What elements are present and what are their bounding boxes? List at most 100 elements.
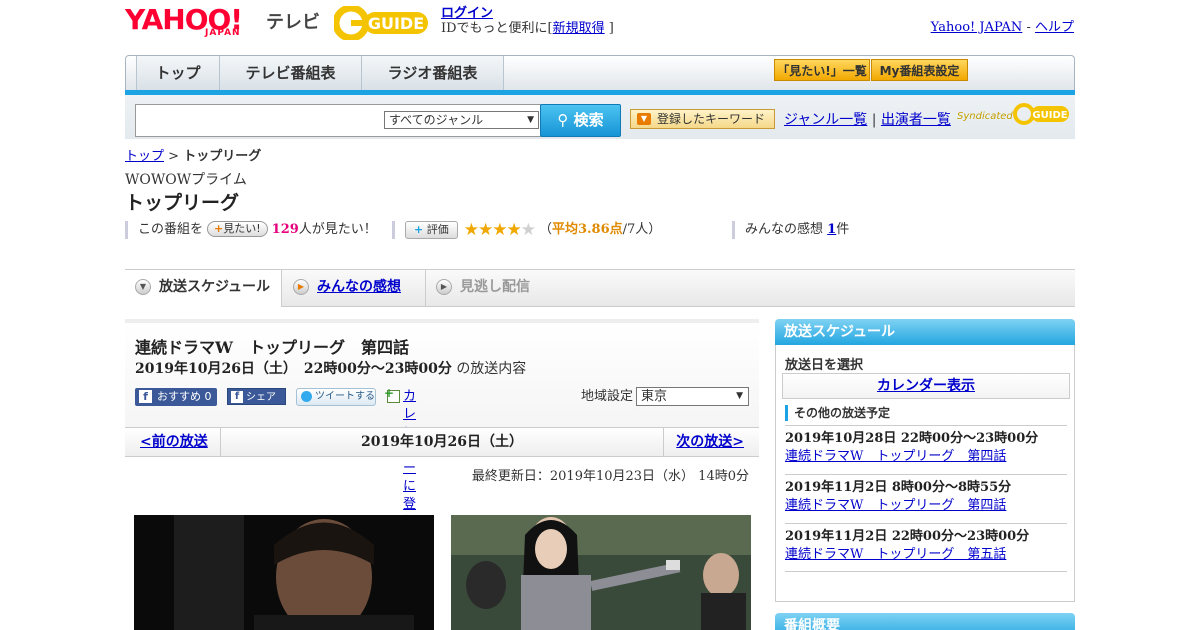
region-select-value: 東京 (641, 389, 668, 404)
plus-icon: + (214, 222, 224, 235)
list-item: 2019年11月2日 22時00分～23時00分 連続ドラマW トップリーグ 第… (785, 523, 1067, 572)
man-portrait-image (134, 515, 434, 630)
episode-date: 2019年10月26日（土） 22時00分～23時00分 の放送内容 (135, 358, 526, 378)
header-links: Yahoo! JAPAN - ヘルプ (931, 16, 1074, 35)
review-count-link[interactable]: 1 (827, 222, 836, 237)
schedule-time: 2019年10月28日 22時00分～23時00分 (785, 431, 1039, 446)
other-broadcasts-label: その他の放送予定 (785, 405, 890, 421)
episode-title: 連続ドラマW トップリーグ 第四話 (135, 338, 409, 357)
add-calendar-link[interactable]: カレンダーに登録 (384, 384, 417, 532)
sidebar-title: 放送スケジュール (775, 319, 1075, 345)
schedule-time: 2019年11月2日 22時00分～23時00分 (785, 529, 1030, 544)
nav-tab-radio-guide[interactable]: ラジオ番組表 (362, 56, 504, 91)
mitai-button[interactable]: +見たい! (207, 221, 268, 237)
select-arrow-icon: ▼ (736, 391, 743, 401)
evaluate-button-label: 評価 (426, 223, 449, 236)
main-nav: トップ テレビ番組表 ラジオ番組表 「見たい!」一覧 My番組表設定 (125, 55, 1075, 91)
pager-date: 2019年10月26日（土） (220, 428, 664, 456)
episode-photo-1 (134, 515, 434, 630)
login-sub-text: IDでもっと便利に[ (441, 21, 553, 36)
facebook-share-button[interactable]: f シェア (227, 388, 286, 405)
my-bangumi-button[interactable]: My番組表設定 (871, 59, 968, 81)
tweet-label: ツイートする (315, 391, 375, 402)
tab-reviews[interactable]: ▶ みんなの感想 (293, 270, 401, 306)
chevron-down-icon: ▼ (135, 279, 151, 295)
gguide-small-logo-icon: GUIDE (1013, 103, 1069, 125)
schedule-link[interactable]: 連続ドラマW トップリーグ 第四話 (785, 498, 1006, 513)
registered-keyword-button[interactable]: ▼ 登録したキーワード (630, 109, 775, 129)
mitai-prefix: この番組を (138, 222, 204, 237)
play-icon: ▶ (293, 279, 309, 295)
svg-text:GUIDE: GUIDE (1032, 110, 1067, 121)
review-prefix: みんなの感想 (745, 222, 824, 237)
genre-select-value: すべてのジャンル (389, 113, 484, 127)
tv-logo-text[interactable]: テレビ (266, 8, 320, 34)
list-item: 2019年11月2日 8時00分～8時55分 連続ドラマW トップリーグ 第四話 (785, 474, 1067, 523)
performer-list-link[interactable]: 出演者一覧 (881, 112, 951, 128)
next-broadcast-link[interactable]: 次の放送> (676, 428, 744, 456)
facebook-recommend-button[interactable]: f おすすめ 0 (135, 388, 217, 406)
episode-photo-2 (451, 515, 751, 630)
header-dash: - (1026, 20, 1031, 35)
mitai-list-button[interactable]: 「見たい!」一覧 (774, 59, 870, 81)
link-separator: | (871, 112, 877, 128)
registered-keyword-label: 登録したキーワード (657, 112, 766, 126)
register-link[interactable]: 新規取得 (553, 21, 605, 36)
plus-icon: + (414, 223, 424, 236)
last-updated: 最終更新日：2019年10月23日（水） 14時0分 (471, 469, 749, 484)
woman-crowd-image (451, 515, 751, 630)
star-icon: ★ (463, 220, 479, 240)
schedule-time: 2019年11月2日 8時00分～8時55分 (785, 480, 1012, 495)
prev-broadcast-link[interactable]: <前の放送 (140, 428, 208, 456)
star-icon: ★ (477, 220, 493, 240)
tweet-button[interactable]: ツイートする (296, 388, 376, 406)
mitai-stat: この番組を +見たい! 129人が見たい！ (125, 221, 377, 239)
breadcrumb-current: トップリーグ (183, 149, 262, 164)
tab-schedule[interactable]: ▼ 放送スケジュール (125, 270, 282, 307)
review-stat: みんなの感想 1件 (732, 221, 849, 239)
play-icon: ▶ (436, 279, 452, 295)
breadcrumb-home-link[interactable]: トップ (125, 149, 164, 164)
gguide-logo-icon[interactable]: GUIDE (334, 6, 432, 40)
channel-name: WOWOWプライム (125, 172, 247, 188)
evaluate-button[interactable]: + 評価 (405, 221, 458, 239)
sidebar-overview-title: 番組概要 (775, 613, 1075, 630)
schedule-link[interactable]: 連続ドラマW トップリーグ 第五話 (785, 547, 1006, 562)
login-link[interactable]: ログイン (441, 6, 493, 21)
genre-select[interactable]: すべてのジャンル ▼ (384, 111, 539, 129)
rating-people: /7人） (622, 222, 662, 237)
episode-date-value: 2019年10月26日（土） 22時00分～23時00分 (135, 361, 452, 377)
tab-catchup-label: 見逃し配信 (460, 279, 530, 295)
yahoo-japan-logo-text: JAPAN (205, 28, 241, 38)
search-links: ジャンル一覧 | 出演者一覧 (784, 109, 951, 129)
star-icon: ★ (492, 220, 507, 240)
nav-tab-top[interactable]: トップ (136, 56, 220, 91)
region-label: 地域設定 (581, 389, 634, 404)
average-score: 平均3.86点 (551, 222, 623, 237)
content-tabs: ▼ 放送スケジュール ▶ みんなの感想 ▶ 見逃し配信 (125, 269, 1075, 307)
nav-tab-tv-guide[interactable]: テレビ番組表 (220, 56, 362, 91)
region-select[interactable]: 東京 ▼ (636, 387, 749, 406)
breadcrumb-separator: > (168, 149, 180, 164)
schedule-link[interactable]: 連続ドラマW トップリーグ 第四話 (785, 449, 1006, 464)
add-calendar-label: カレンダーに登録 (403, 389, 417, 530)
svg-text:GUIDE: GUIDE (368, 14, 424, 33)
tab-catchup: ▶ 見逃し配信 (425, 270, 530, 306)
divider (785, 571, 1067, 572)
search-icon: ⚲ (557, 111, 569, 129)
facebook-icon: f (139, 390, 152, 403)
genre-list-link[interactable]: ジャンル一覧 (784, 112, 867, 128)
star-icon: ★ (520, 220, 536, 240)
search-bar: すべてのジャンル ▼ ⚲ 検索 ▼ 登録したキーワード ジャンル一覧 | 出演者… (125, 95, 1075, 139)
list-item: 2019年10月28日 22時00分～23時00分 連続ドラマW トップリーグ … (785, 425, 1067, 474)
login-block: ログイン IDでもっと便利に[新規取得 ] (441, 6, 614, 36)
search-button[interactable]: ⚲ 検索 (540, 104, 621, 137)
yahoo-japan-link[interactable]: Yahoo! JAPAN (931, 20, 1023, 35)
calendar-add-icon (384, 384, 400, 403)
search-button-label: 検索 (573, 111, 604, 129)
twitter-bird-icon (301, 391, 312, 402)
mitai-suffix: 人が見たい！ (298, 222, 377, 237)
help-link[interactable]: ヘルプ (1035, 20, 1074, 35)
calendar-display-button[interactable]: カレンダー表示 (782, 373, 1070, 399)
page-title: トップリーグ (125, 192, 240, 214)
